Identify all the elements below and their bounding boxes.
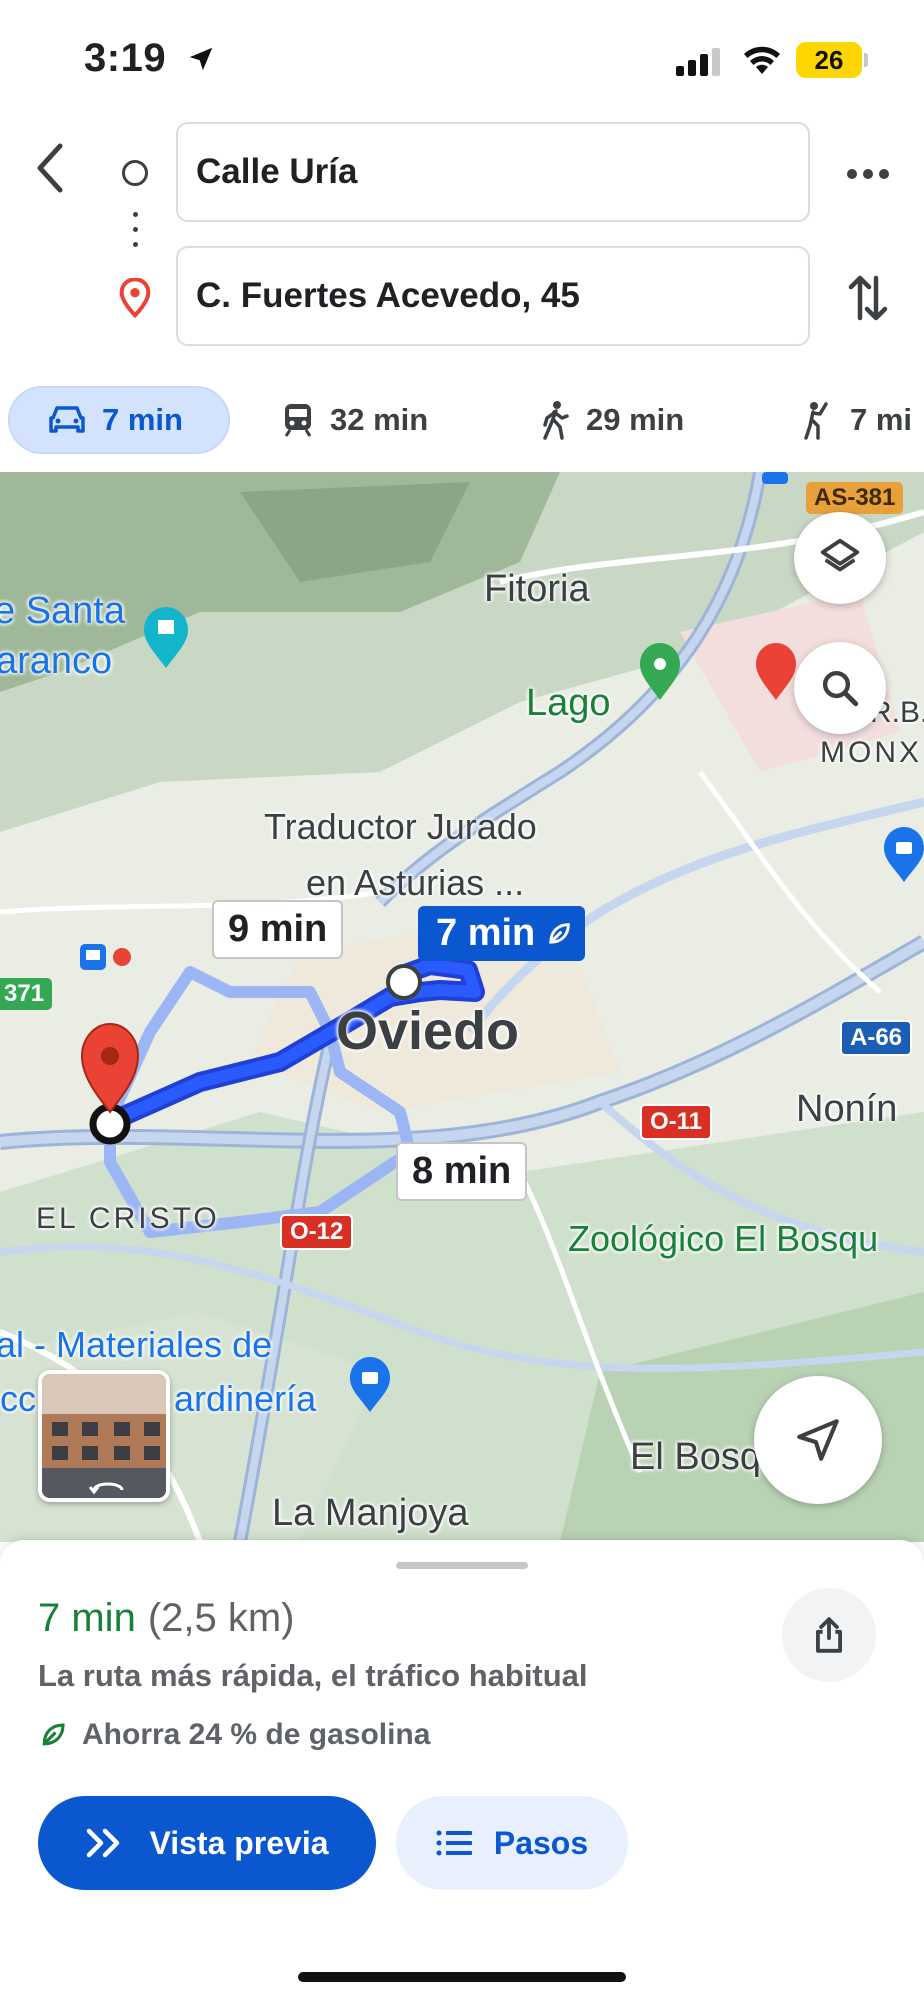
route-time: 7 min <box>38 1596 136 1640</box>
street-view-thumbnail[interactable] <box>38 1370 170 1502</box>
status-bar: 3:19 26 <box>0 0 924 110</box>
road-shield-371: 371 <box>0 978 53 1010</box>
map-view[interactable]: Fitoria e Santa aranco Lago R.B. MONX Tr… <box>0 472 924 1542</box>
layers-icon <box>820 538 860 572</box>
route-distance: (2,5 km) <box>147 1596 295 1640</box>
status-time: 3:19 <box>84 36 167 80</box>
list-icon <box>436 1830 472 1856</box>
destination-pin-icon <box>119 278 151 318</box>
eta-alt-route-2[interactable]: 8 min <box>396 1142 528 1201</box>
tab-car-label: 7 min <box>102 402 183 437</box>
map-label-naranco[interactable]: aranco <box>0 640 112 683</box>
map-label-traductor[interactable]: Traductor Jurado <box>264 806 537 848</box>
street-view-image <box>42 1374 166 1498</box>
fuel-savings-label: Ahorra 24 % de gasolina <box>82 1718 431 1751</box>
map-label-fitoria[interactable]: Fitoria <box>484 568 590 611</box>
preview-label: Vista previa <box>149 1824 329 1861</box>
map-label-jardineria-pre[interactable]: cc <box>0 1378 36 1420</box>
tab-walk[interactable]: 29 min <box>540 386 684 454</box>
road-shield-o11: O-11 <box>640 1104 713 1140</box>
battery-indicator: 26 <box>796 42 862 78</box>
train-icon <box>284 404 312 437</box>
recenter-button[interactable] <box>754 1376 882 1504</box>
home-indicator[interactable] <box>298 1972 626 1982</box>
route-summary: 7 min (2,5 km) <box>38 1596 295 1641</box>
tab-car[interactable]: 7 min <box>8 386 230 454</box>
eta-main-label: 7 min <box>436 912 536 954</box>
eta-alt-route-1[interactable]: 9 min <box>212 900 344 959</box>
origin-circle-icon <box>122 160 148 186</box>
location-arrow-icon <box>189 47 213 71</box>
ride-hail-icon <box>804 402 828 440</box>
origin-input[interactable]: Calle Uría <box>176 122 810 222</box>
back-arrow-icon[interactable] <box>28 138 74 198</box>
fuel-savings: Ahorra 24 % de gasolina <box>38 1718 430 1752</box>
sheet-drag-handle[interactable] <box>396 1562 528 1569</box>
map-label-oviedo[interactable]: Oviedo <box>336 1000 519 1062</box>
route-description: La ruta más rápida, el tráfico habitual <box>38 1658 588 1693</box>
tab-walk-label: 29 min <box>586 402 685 437</box>
car-icon <box>49 406 85 433</box>
road-shield-a66: A-66 <box>840 1020 913 1056</box>
route-dots-icon <box>131 212 139 256</box>
wifi-icon <box>744 46 780 74</box>
route-details-sheet: 7 min (2,5 km) La ruta más rápida, el trá… <box>0 1540 924 2000</box>
navigation-arrow-icon <box>797 1419 839 1461</box>
battery-tip <box>864 53 868 67</box>
search-icon <box>822 670 859 707</box>
map-label-jardineria[interactable]: ardinería <box>174 1378 316 1420</box>
map-label-la-manjoya[interactable]: La Manjoya <box>272 1492 468 1535</box>
eta-main-route[interactable]: 7 min <box>418 906 586 961</box>
tab-ride-label: 7 mi <box>850 402 913 437</box>
map-label-traductor-2[interactable]: en Asturias ... <box>306 862 524 904</box>
road-shield-o12: O-12 <box>280 1214 354 1250</box>
cell-signal-icon <box>676 48 720 76</box>
tab-transit[interactable]: 32 min <box>282 386 428 454</box>
map-label-santa[interactable]: e Santa <box>0 590 125 633</box>
steps-label: Pasos <box>493 1824 589 1861</box>
walking-icon <box>543 401 569 440</box>
travel-mode-tabs: 7 min 32 min 29 min 7 mi <box>0 386 924 454</box>
tab-ride[interactable]: 7 mi <box>800 386 912 454</box>
eco-leaf-icon <box>549 922 571 944</box>
eco-leaf-icon <box>42 1723 65 1746</box>
destination-input[interactable]: C. Fuertes Acevedo, 45 <box>176 246 810 346</box>
more-options-icon[interactable] <box>842 148 894 200</box>
map-label-zoologico[interactable]: Zoológico El Bosqu <box>568 1218 878 1260</box>
tab-transit-label: 32 min <box>330 402 429 437</box>
share-icon <box>816 1617 842 1653</box>
steps-button[interactable]: Pasos <box>396 1796 628 1890</box>
share-button[interactable] <box>782 1588 876 1682</box>
map-label-el-bosque[interactable]: El Bosq <box>630 1436 761 1479</box>
preview-button[interactable]: Vista previa <box>38 1796 376 1890</box>
layers-button[interactable] <box>794 512 886 604</box>
map-label-monx[interactable]: MONX <box>820 736 922 770</box>
map-label-materiales[interactable]: al - Materiales de <box>0 1324 272 1366</box>
map-label-lago[interactable]: Lago <box>526 682 611 725</box>
double-chevron-icon <box>87 1828 120 1858</box>
map-label-el-cristo[interactable]: EL CRISTO <box>36 1202 220 1236</box>
map-label-nonin[interactable]: Nonín <box>796 1088 897 1131</box>
swap-icon[interactable] <box>846 270 890 326</box>
search-along-route-button[interactable] <box>794 642 886 734</box>
road-shield-as381: AS-381 <box>806 482 904 514</box>
